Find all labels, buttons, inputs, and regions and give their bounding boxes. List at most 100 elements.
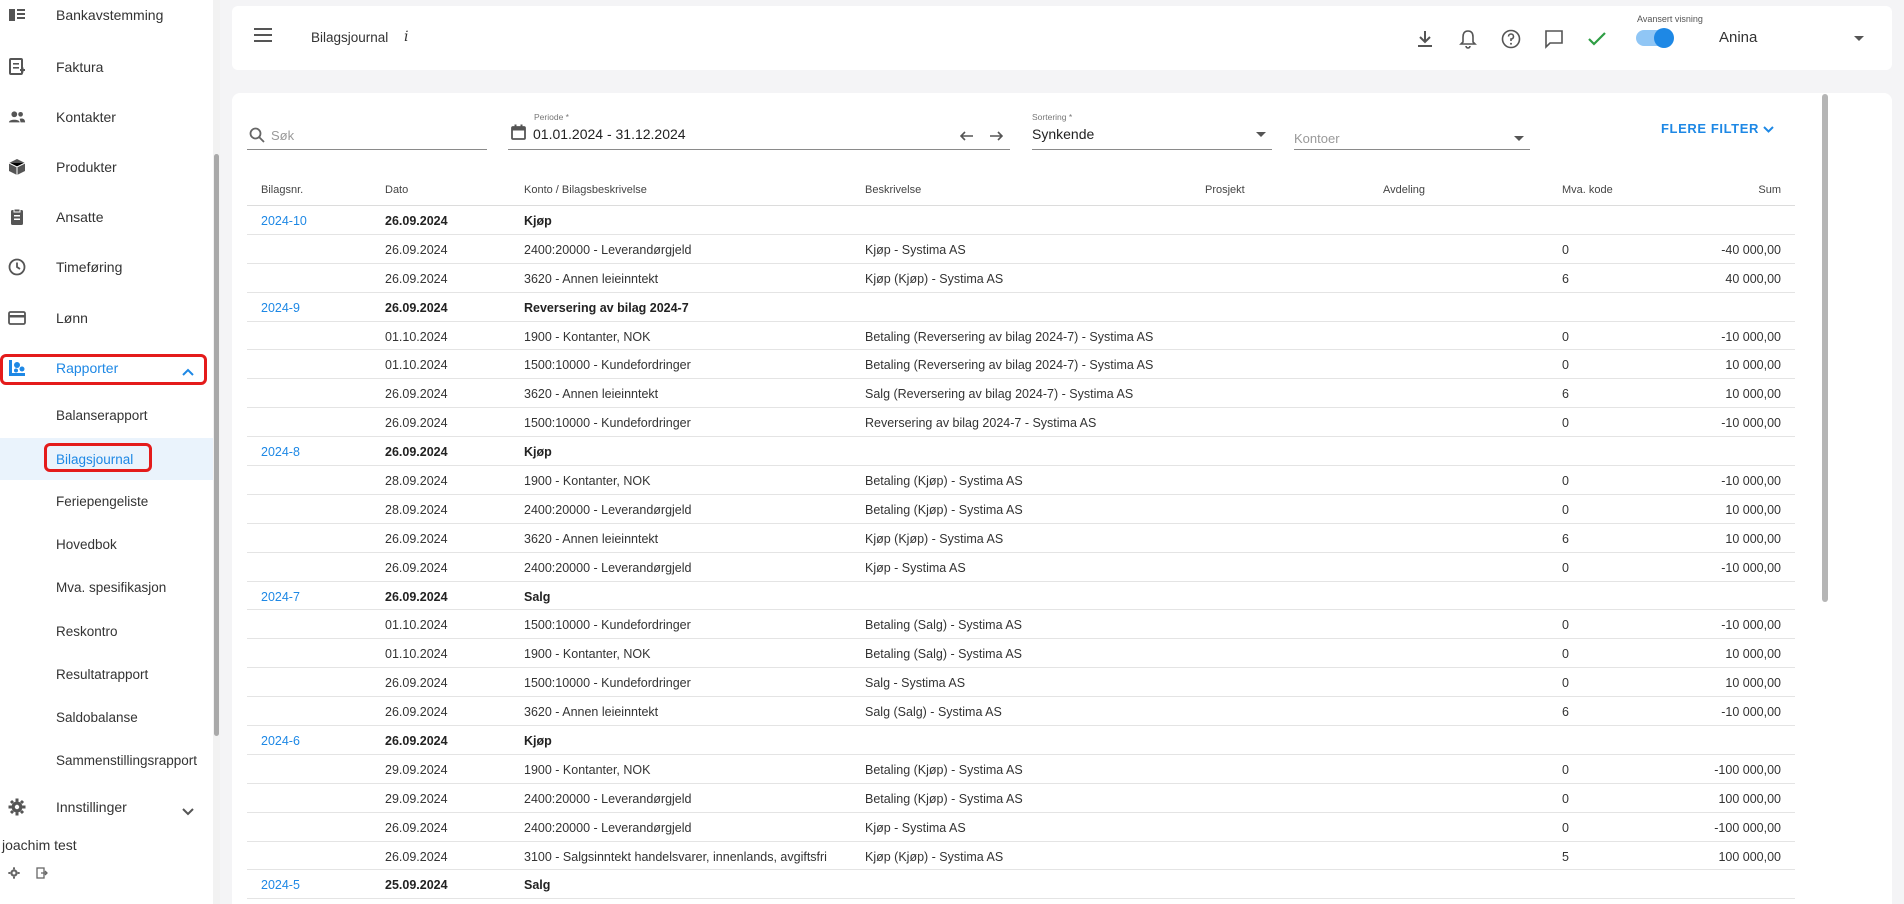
voucher-link[interactable]: 2024-7 [261, 590, 300, 604]
cell-konto: 1500:10000 - Kundefordringer [524, 358, 691, 373]
sidebar-item-rapporter[interactable]: Rapporter [0, 343, 213, 393]
menu-icon[interactable] [254, 28, 272, 47]
sidebar-item-innstillinger[interactable]: Innstillinger [0, 782, 213, 832]
cell-konto: 2400:20000 - Leverandørgjeld [524, 560, 692, 575]
cell-mva-kode: 0 [1562, 329, 1569, 344]
voucher-link[interactable]: 2024-8 [261, 445, 300, 459]
table-row[interactable]: 28.09.2024 1900 - Kontanter, NOK Betaling … [247, 466, 1795, 495]
sidebar-subitem-resultatrapport[interactable]: Resultatrapport [0, 654, 213, 694]
arrow-right-icon[interactable] [989, 128, 1004, 146]
kontoer-select[interactable]: Kontoer [1294, 118, 1530, 150]
table-group-row[interactable]: 2024-8 26.09.2024 Kjøp [247, 437, 1795, 467]
sidebar-scrollbar-thumb[interactable] [214, 154, 219, 736]
chevron-down-icon[interactable] [1514, 136, 1524, 141]
sidebar-subitem-label: Sammenstillingsrapport [56, 752, 198, 768]
cell-beskrivelse: Betaling (Salg) - Systima AS [865, 618, 1023, 633]
column-header-avdeling[interactable]: Avdeling [1383, 184, 1425, 196]
table-group-row[interactable]: 2024-6 26.09.2024 Kjøp [247, 726, 1795, 755]
column-header-dato[interactable]: Dato [385, 184, 408, 196]
advanced-view-toggle[interactable] [1636, 28, 1674, 48]
sidebar-subitem-saldobalanse[interactable]: Saldobalanse [0, 697, 213, 737]
cell-dato: 28.09.2024 [385, 502, 448, 517]
sidebar-item-label: Innstillinger [56, 799, 127, 815]
table-group-row[interactable]: 2024-9 26.09.2024 Reversering av bilag 202… [247, 293, 1795, 322]
table-row[interactable]: 26.09.2024 3100 - Salgsinntekt handelsvar… [247, 842, 1795, 871]
table-row[interactable]: 26.09.2024 3620 - Annen leieinntekt Salg (… [247, 697, 1795, 727]
voucher-link[interactable]: 2024-10 [261, 214, 307, 228]
cell-dato: 28.09.2024 [385, 474, 448, 489]
table-row[interactable]: 01.10.2024 1900 - Kontanter, NOK Betaling … [247, 639, 1795, 669]
table-row[interactable]: 28.09.2024 2400:20000 - Leverandørgjeld Be… [247, 495, 1795, 524]
table-row[interactable]: 29.09.2024 1900 - Kontanter, NOK Betaling … [247, 755, 1795, 784]
sidebar-subitem-mva-spesifikasjon[interactable]: Mva. spesifikasjon [0, 567, 213, 607]
column-header-prosjekt[interactable]: Prosjekt [1205, 184, 1245, 196]
sidebar-item-faktura[interactable]: Faktura [0, 42, 213, 92]
logout-icon[interactable] [36, 866, 48, 884]
sidebar-item-ansatte[interactable]: Ansatte [0, 192, 213, 242]
sidebar-subitem-balanserapport[interactable]: Balanserapport [0, 395, 213, 435]
chevron-down-icon[interactable] [1854, 36, 1864, 41]
bell-icon[interactable] [1457, 28, 1479, 50]
table-row[interactable]: 26.09.2024 2400:20000 - Leverandørgjeld Kj… [247, 813, 1795, 842]
sidebar-subitem-feriepengeliste[interactable]: Feriepengeliste [0, 481, 213, 521]
cell-dato: 01.10.2024 [385, 329, 448, 344]
table-row[interactable]: 26.09.2024 3620 - Annen leieinntekt Salg (… [247, 379, 1795, 409]
sidebar-item-produkter[interactable]: Produkter [0, 142, 213, 192]
check-icon[interactable] [1586, 28, 1608, 50]
column-header-sum[interactable]: Sum [1758, 184, 1781, 196]
voucher-link[interactable]: 2024-5 [261, 878, 300, 892]
period-field[interactable]: Periode * 01.01.2024 - 31.12.2024 [508, 112, 1010, 150]
table-group-row[interactable]: 2024-10 26.09.2024 Kjøp [247, 206, 1795, 235]
table-row[interactable]: 26.09.2024 1500:10000 - Kundefordringer Re… [247, 408, 1795, 438]
table-row[interactable]: 29.09.2024 2400:20000 - Leverandørgjeld Be… [247, 784, 1795, 813]
table-row[interactable]: 26.09.2024 3620 - Annen leieinntekt Kjøp (… [247, 524, 1795, 553]
table-row[interactable]: 26.09.2024 2400:20000 - Leverandørgjeld Kj… [247, 553, 1795, 582]
table-row[interactable]: 01.10.2024 1500:10000 - Kundefordringer Be… [247, 350, 1795, 380]
cell-beskrivelse: Kjøp (Kjøp) - Systima AS [865, 271, 1004, 286]
voucher-link[interactable]: 2024-9 [261, 301, 300, 315]
user-select[interactable]: Anina [1719, 29, 1757, 46]
voucher-link[interactable]: 2024-6 [261, 734, 300, 748]
calendar-icon[interactable] [511, 124, 526, 145]
sidebar-subitem-bilagsjournal[interactable]: Bilagsjournal [0, 438, 213, 480]
table-row[interactable]: 01.10.2024 1900 - Kontanter, NOK Betaling … [247, 322, 1795, 351]
table-row[interactable]: 01.10.2024 1500:10000 - Kundefordringer Be… [247, 610, 1795, 640]
sort-select[interactable]: Sortering * Synkende [1032, 112, 1272, 150]
column-header-konto[interactable]: Konto / Bilagsbeskrivelse [524, 184, 647, 196]
more-filters-button[interactable]: FLERE FILTER [1661, 121, 1774, 136]
cell-dato: 26.09.2024 [385, 300, 448, 315]
table-group-row[interactable]: 2024-5 25.09.2024 Salg [247, 870, 1795, 900]
clipboard-icon [8, 208, 26, 226]
table-row[interactable]: 26.09.2024 3620 - Annen leieinntekt Kjøp (… [247, 264, 1795, 293]
cell-beskrivelse: Kjøp - Systima AS [865, 560, 966, 575]
cell-konto: 3620 - Annen leieinntekt [524, 531, 659, 546]
chevron-down-icon[interactable] [1256, 132, 1266, 137]
sidebar-item-lonn[interactable]: Lønn [0, 293, 213, 343]
cell-voucher-description: Salg [524, 589, 551, 604]
table-row[interactable]: 26.09.2024 2400:20000 - Leverandørgjeld Kj… [247, 235, 1795, 264]
sidebar-subitem-hovedbok[interactable]: Hovedbok [0, 524, 213, 564]
sidebar-subitem-label: Mva. spesifikasjon [56, 579, 167, 595]
gear-icon[interactable] [8, 866, 20, 884]
column-header-beskrivelse[interactable]: Beskrivelse [865, 184, 921, 196]
help-icon[interactable] [1500, 28, 1522, 50]
chat-icon[interactable] [1543, 28, 1565, 50]
sidebar-item-bankavstemming[interactable]: Bankavstemming [0, 0, 213, 40]
search-input[interactable]: Søk [271, 128, 294, 143]
search-field[interactable]: Søk [247, 118, 487, 150]
table-row[interactable]: 26.09.2024 1500:10000 - Kundefordringer Sa… [247, 668, 1795, 698]
cell-sum: 10 000,00 [1725, 531, 1781, 546]
sidebar-subitem-reskontro[interactable]: Reskontro [0, 611, 213, 651]
sidebar-item-kontakter[interactable]: Kontakter [0, 92, 213, 142]
sidebar-subitem-sammenstillingsrapport[interactable]: Sammenstillingsrapport [0, 740, 213, 780]
main-scrollbar-thumb[interactable] [1822, 94, 1828, 602]
info-icon[interactable]: i [404, 29, 408, 45]
column-header-mva-kode[interactable]: Mva. kode [1562, 184, 1613, 196]
cell-mva-kode: 0 [1562, 242, 1569, 257]
invoice-icon [8, 58, 26, 76]
sidebar-item-timeforing[interactable]: Timeføring [0, 242, 213, 292]
table-group-row[interactable]: 2024-7 26.09.2024 Salg [247, 582, 1795, 611]
arrow-left-icon[interactable] [959, 128, 974, 146]
download-icon[interactable] [1414, 28, 1436, 50]
column-header-bilagsnr[interactable]: Bilagsnr. [261, 184, 303, 196]
